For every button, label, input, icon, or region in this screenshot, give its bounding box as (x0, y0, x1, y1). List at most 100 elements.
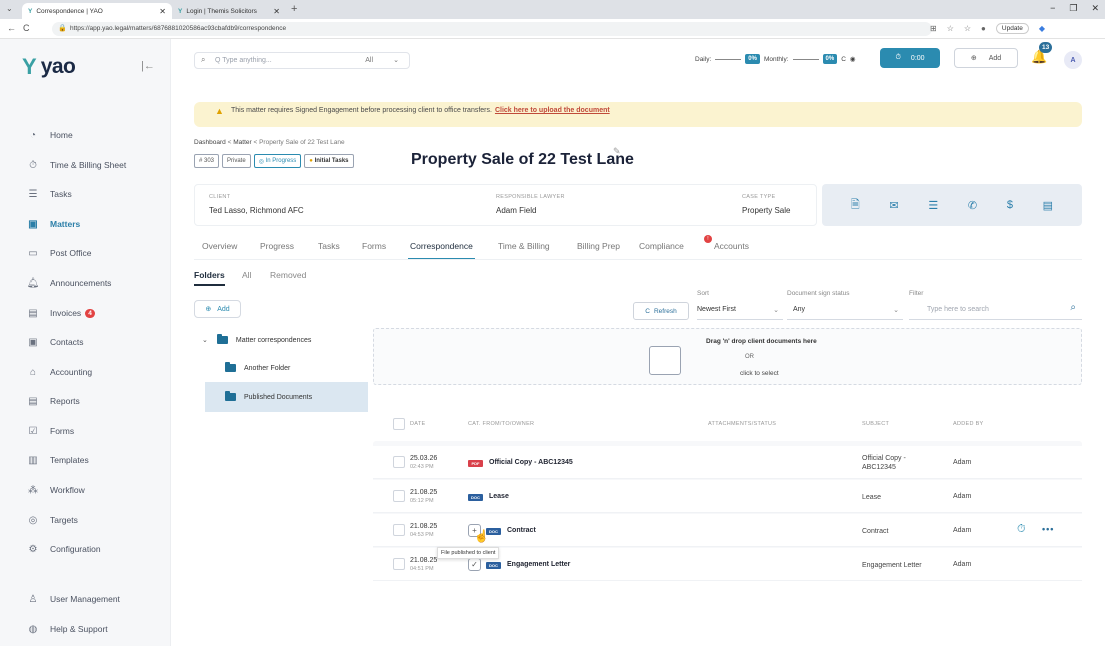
sidebar-item-forms[interactable]: ☑ Forms (26, 423, 75, 439)
profile-icon[interactable]: ● (981, 24, 986, 33)
update-button[interactable]: Update (995, 23, 1029, 34)
stopwatch-icon[interactable]: ⏱ (1017, 523, 1026, 536)
document-name-link[interactable]: Lease (489, 493, 509, 500)
select-all-checkbox[interactable] (393, 418, 405, 430)
document-name-link[interactable]: Official Copy - ABC12345 (489, 459, 573, 466)
browser-tab-login[interactable]: Y Login | Themis Solicitors ✕ (172, 3, 286, 19)
sidebar-item-home[interactable]: ◔ Home (26, 127, 73, 143)
folder-published[interactable]: Published Documents (225, 382, 312, 412)
collapse-sidebar-icon[interactable]: |← (141, 60, 155, 72)
tab-accounts[interactable]: Accounts (714, 241, 749, 251)
filter-input[interactable]: Type here to search ⌕ (909, 302, 1082, 320)
upload-document-link[interactable]: Click here to upload the document (495, 107, 610, 114)
document-name-link[interactable]: Engagement Letter (507, 561, 570, 568)
tab-correspondence[interactable]: Correspondence (408, 241, 475, 260)
tab-search-icon[interactable]: ⌄ (6, 4, 13, 13)
bookmark-icon[interactable]: ☆ (947, 24, 954, 33)
sidebar-item-tasks[interactable]: ☰ Tasks (26, 186, 72, 202)
document-name-link[interactable]: Contract (507, 527, 536, 534)
tab-compliance[interactable]: Compliance (639, 241, 684, 251)
chevron-down-icon[interactable]: ⌄ (393, 56, 399, 64)
refresh-button[interactable]: C Refresh (633, 302, 689, 320)
edit-pencil-icon[interactable]: ✎ (613, 146, 621, 157)
row-checkbox[interactable] (393, 524, 405, 536)
sidebar-item-announcements[interactable]: 🔔︎ Announcements (26, 275, 112, 291)
close-tab-icon[interactable]: ✕ (273, 7, 280, 16)
search-scope-select[interactable]: All (365, 57, 373, 64)
tab-forms[interactable]: Forms (362, 241, 386, 251)
doc-file-icon: DOC (468, 494, 483, 501)
refresh-icon[interactable]: C (841, 56, 846, 63)
sidebar-item-help-support[interactable]: ◍ Help & Support (26, 621, 108, 637)
bank-icon: ⌂ (29, 366, 37, 378)
currency-icon[interactable]: $ (1007, 199, 1013, 211)
favorites-icon[interactable]: ☆ (964, 24, 971, 33)
sidebar-item-targets[interactable]: ◎ Targets (26, 512, 78, 528)
sort-select[interactable]: Newest First ⌄ (697, 302, 783, 320)
document-icon[interactable]: 🗎 (851, 196, 860, 215)
subtab-all[interactable]: All (242, 270, 251, 280)
subtab-folders[interactable]: Folders (194, 270, 225, 286)
sign-status-select[interactable]: Any ⌄ (787, 302, 903, 320)
subject-cell: Official Copy - ABC12345 (862, 455, 906, 471)
breadcrumb-dashboard[interactable]: Dashboard (194, 139, 226, 146)
copilot-icon[interactable]: ◆ (1039, 24, 1045, 33)
sidebar-item-accounting[interactable]: ⌂ Accounting (26, 364, 92, 380)
sidebar-item-templates[interactable]: ▥ Templates (26, 452, 88, 468)
sidebar-item-post-office[interactable]: ▭ Post Office (26, 245, 91, 261)
yao-logo[interactable]: Y yao (22, 55, 76, 79)
minimize-icon[interactable]: − (1050, 3, 1055, 14)
phone-icon[interactable]: ✆ (968, 199, 977, 212)
tab-progress[interactable]: Progress (260, 241, 294, 251)
sidebar-item-configuration[interactable]: ⚙ Configuration (26, 541, 101, 557)
add-button[interactable]: ⊕ Add (954, 48, 1018, 68)
back-icon[interactable]: ← (7, 23, 16, 33)
sidebar-item-time-billing-sheet[interactable]: ⏱ Time & Billing Sheet (26, 157, 126, 173)
mail-icon[interactable]: ✉ (889, 199, 898, 212)
row-checkbox[interactable] (393, 558, 405, 570)
sidebar-item-workflow[interactable]: ⁂ Workflow (26, 482, 85, 498)
click-to-select-link[interactable]: click to select (740, 370, 779, 377)
avatar[interactable]: A (1064, 51, 1082, 69)
chevron-down-icon[interactable]: ⌄ (202, 336, 208, 344)
list-icon[interactable]: ☰ (928, 199, 938, 212)
tab-tasks[interactable]: Tasks (318, 241, 340, 251)
subtab-removed[interactable]: Removed (270, 270, 306, 280)
tab-billing-prep[interactable]: Billing Prep (577, 241, 620, 251)
status-badge[interactable]: ◎ In Progress (253, 154, 302, 168)
stage-badge[interactable]: ● Initial Tasks (304, 154, 354, 168)
eye-icon[interactable]: ◉ (850, 55, 856, 63)
restore-icon[interactable]: ❐ (1069, 3, 1077, 14)
search-icon[interactable]: ⌕ (1070, 302, 1076, 313)
browser-tab-correspondence[interactable]: Y Correspondence | YAO ✕ (22, 3, 172, 19)
client-value[interactable]: Ted Lasso, Richmond AFC (209, 206, 304, 215)
close-window-icon[interactable]: ✕ (1091, 3, 1099, 14)
add-folder-button[interactable]: ⊕ Add (194, 300, 241, 318)
new-tab-icon[interactable]: + (291, 3, 297, 15)
extension-icon[interactable]: ⊞ (930, 24, 937, 33)
sidebar: Y yao |← ◔ Home ⏱ Time & Billing Sheet ☰ Task… (0, 39, 171, 646)
row-checkbox[interactable] (393, 456, 405, 468)
folder-another[interactable]: Another Folder (225, 353, 290, 383)
upload-dropzone[interactable]: Drag 'n' drop client documents here OR c… (373, 328, 1082, 385)
sidebar-item-invoices[interactable]: ▤ Invoices 4 (26, 305, 95, 321)
sidebar-item-contacts[interactable]: ▣ Contacts (26, 334, 83, 350)
folder-root[interactable]: ⌄ Matter correspondences (202, 325, 311, 355)
table-row[interactable]: 25.03.26 02:43 PM PDF Official Copy - ABC12… (373, 446, 1082, 479)
sidebar-item-user-management[interactable]: ♙ User Management (26, 591, 120, 607)
sidebar-item-reports[interactable]: ▤ Reports (26, 393, 80, 409)
tab-overview[interactable]: Overview (202, 241, 237, 251)
reload-icon[interactable]: C (23, 23, 30, 33)
close-tab-icon[interactable]: ✕ (159, 7, 166, 16)
url-field[interactable]: 🔒 https://app.yao.legal/matters/68768810… (52, 22, 932, 36)
global-search-input[interactable]: ⌕ Q Type anything... All ⌄ (194, 52, 410, 69)
publish-to-client-icon[interactable]: ✓ (468, 558, 481, 571)
sidebar-item-matters[interactable]: ▣ Matters (26, 216, 80, 232)
timer-button[interactable]: ⏱ 0:00 (880, 48, 940, 68)
tab-time-billing[interactable]: Time & Billing (498, 241, 550, 251)
more-options-icon[interactable]: ••• (1042, 524, 1054, 534)
notes-icon[interactable]: ▤ (1043, 199, 1053, 212)
breadcrumb-matter[interactable]: Matter (233, 139, 251, 146)
table-row[interactable]: 21.08.25 05:12 PM DOC Lease Lease Adam (373, 480, 1082, 513)
row-checkbox[interactable] (393, 490, 405, 502)
